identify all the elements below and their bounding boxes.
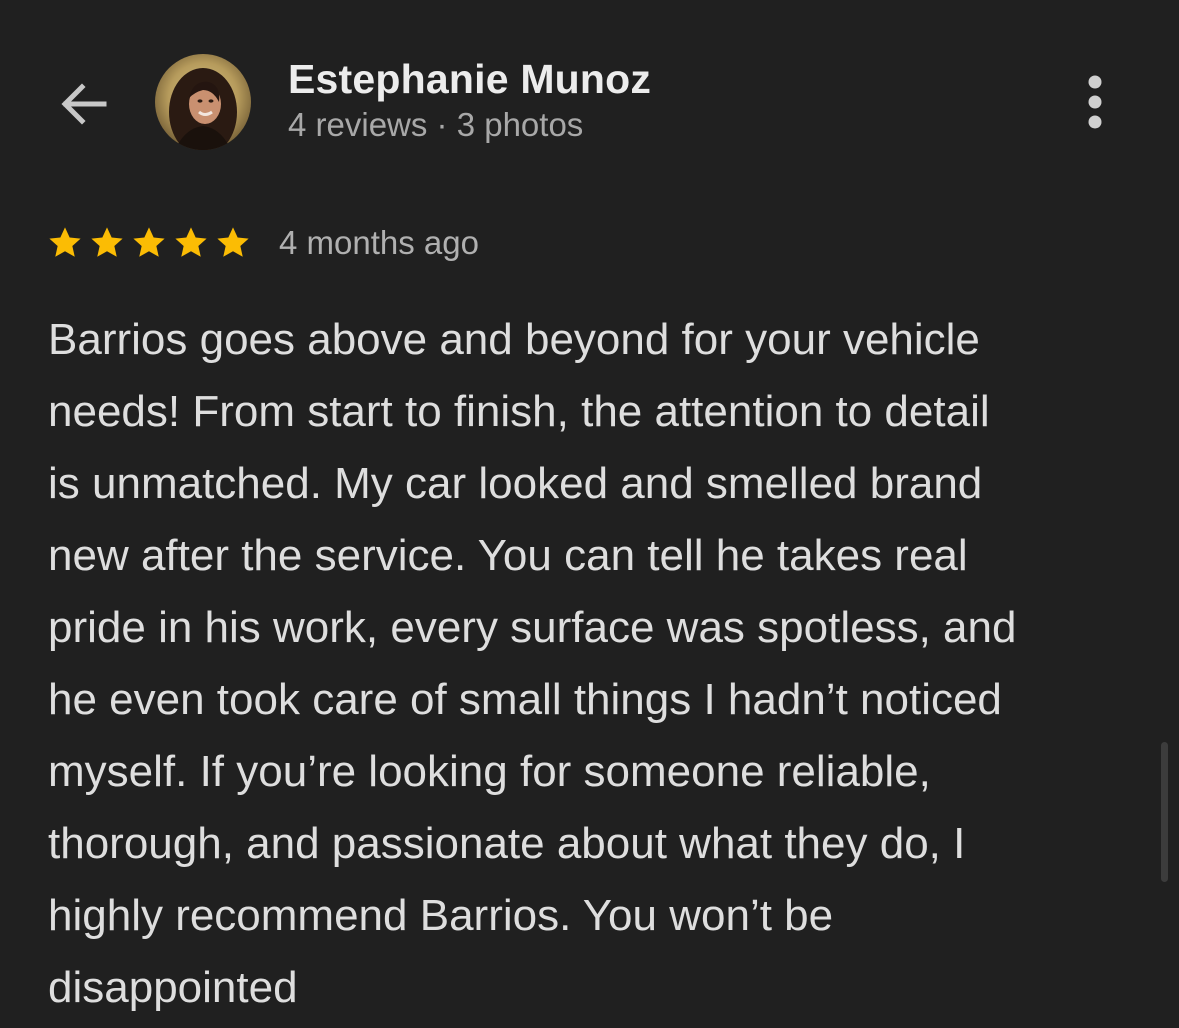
review-text-line: thorough, and passionate about what they… [48,819,966,868]
review-text-line: new after the service. You can tell he t… [48,531,968,580]
review-text-line: highly recommend Barrios. You won’t be [48,891,834,940]
review-text-line: needs! From start to finish, the attenti… [48,387,990,436]
more-vert-icon [1088,75,1102,129]
review-text-line: is unmatched. My car looked and smelled … [48,459,983,508]
star-filled-icon [175,227,207,257]
review-header: Estephanie Munoz 4 reviews · 3 photos [0,0,1179,170]
review-text-line: myself. If you’re looking for someone re… [48,747,931,796]
scrollbar[interactable] [1161,742,1168,882]
star-filled-icon [91,227,123,257]
star-filled-icon [133,227,165,257]
star-filled-icon [217,227,249,257]
review-text-line: disappointed [48,963,298,1012]
review-text-line: Barrios goes above and beyond for your v… [48,315,980,364]
more-options-button[interactable] [1070,70,1120,134]
reviewer-meta: 4 reviews · 3 photos [288,106,584,143]
star-filled-icon [49,227,81,257]
arrow-left-icon [61,83,107,125]
star-rating [47,225,257,261]
review-time: 4 months ago [279,224,479,261]
back-button[interactable] [52,72,116,136]
avatar-photo [155,54,251,150]
review-text-line: he even took care of small things I hadn… [48,675,1002,724]
rating-row: 4 months ago [47,220,479,266]
review-text: Barrios goes above and beyond for your v… [48,304,1128,1024]
avatar[interactable] [155,54,251,150]
reviewer-name[interactable]: Estephanie Munoz [288,56,651,103]
review-text-line: pride in his work, every surface was spo… [48,603,1017,652]
